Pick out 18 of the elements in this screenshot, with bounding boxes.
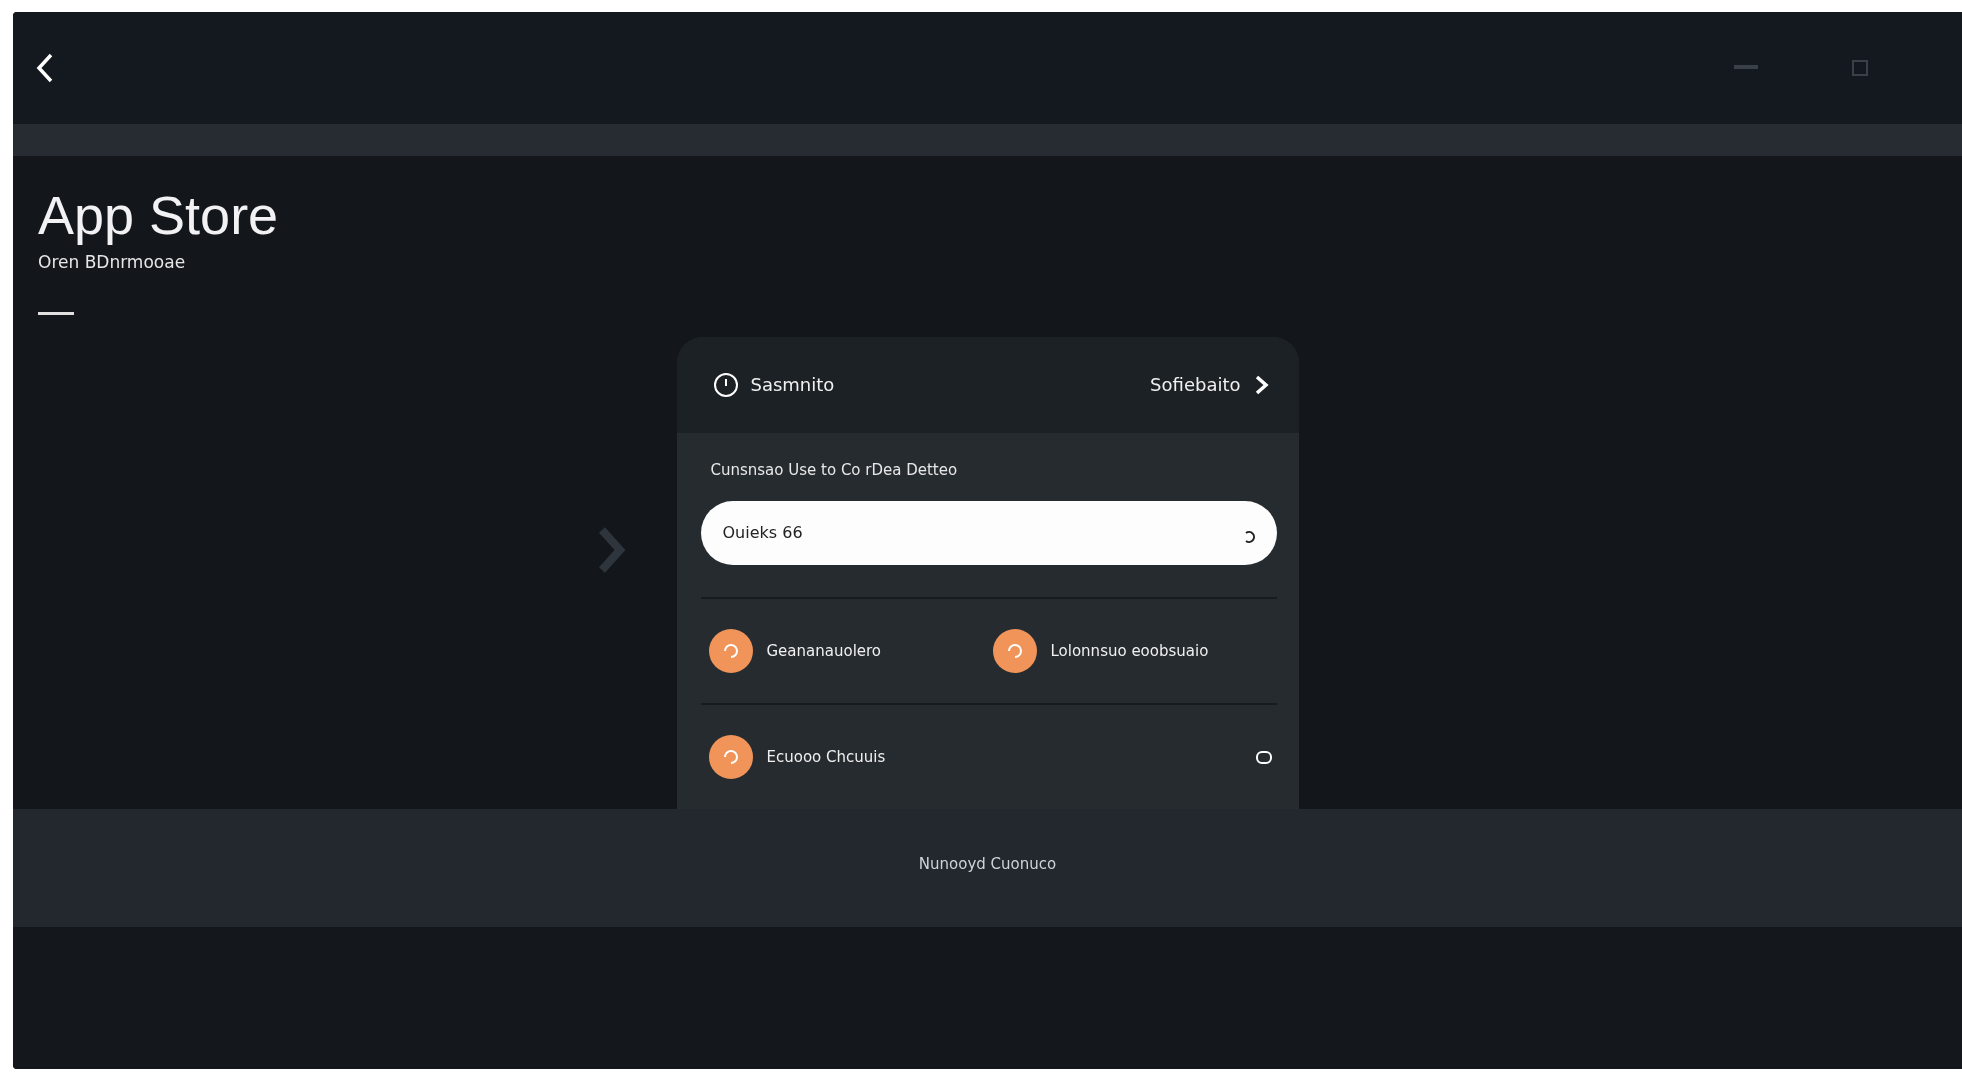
dash-divider xyxy=(38,311,74,315)
option-label[interactable]: Lolonnsuo eoobsuaio xyxy=(1050,641,1209,660)
chevron-icon xyxy=(598,525,626,574)
footer-text: Nunooyd Cuonuco xyxy=(918,855,1057,873)
option-label[interactable]: Ecuooo Chcuuis xyxy=(766,747,886,766)
page-subtitle: Oren BDnrmooae xyxy=(38,251,186,272)
option-icon xyxy=(708,628,753,673)
status-label: Sasmnito xyxy=(750,374,835,396)
option-icon xyxy=(708,734,753,779)
page-title: App Store xyxy=(38,183,279,246)
loop-icon[interactable] xyxy=(1254,748,1273,765)
clock-icon xyxy=(712,371,739,398)
option-icon xyxy=(992,628,1037,673)
back-icon[interactable] xyxy=(35,52,55,85)
text-field[interactable]: Ouieks 66 xyxy=(700,500,1277,565)
action-link[interactable]: Sofiebaito xyxy=(1150,374,1241,396)
prompt-text: Cunsnsao Use to Co rDea Detteo xyxy=(710,460,959,479)
option-label[interactable]: Geananauolero xyxy=(766,641,882,660)
